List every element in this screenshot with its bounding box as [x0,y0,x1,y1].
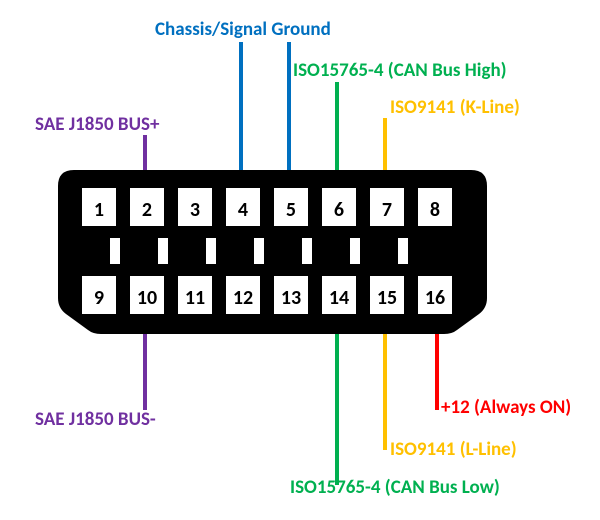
pin-7: 7 [382,198,392,222]
connector-body: 1 2 3 4 5 6 7 8 9 10 11 12 13 14 15 [58,170,487,334]
pin-15: 15 [377,286,397,310]
pin-3: 3 [190,198,200,222]
pin-12: 12 [233,286,253,310]
pin-5: 5 [286,198,296,222]
pin-2: 2 [142,198,152,222]
pin-13: 13 [281,286,301,310]
label-pin6: ISO15765-4 (CAN Bus High) [293,59,507,82]
pin-11: 11 [185,286,205,310]
pin-16: 16 [425,286,445,310]
label-pin14: ISO15765-4 (CAN Bus Low) [290,476,500,499]
label-pin15: ISO9141 (L-Line) [390,438,517,461]
pin-14: 14 [329,286,349,310]
pin-9: 9 [94,286,104,310]
obd2-pinout-diagram: 1 2 3 4 5 6 7 8 9 10 11 12 13 14 15 [0,0,600,520]
label-pin4-5: Chassis/Signal Ground [155,18,331,41]
label-pin2: SAE J1850 BUS+ [35,113,160,136]
pin-10: 10 [137,286,157,310]
pin-4: 4 [238,198,248,222]
pin-6: 6 [334,198,344,222]
label-pin7: ISO9141 (K-Line) [390,96,520,119]
pin-8: 8 [430,198,440,222]
pin-1: 1 [94,198,104,222]
label-pin10: SAE J1850 BUS- [35,408,156,431]
label-pin16: +12 (Always ON) [441,396,571,419]
